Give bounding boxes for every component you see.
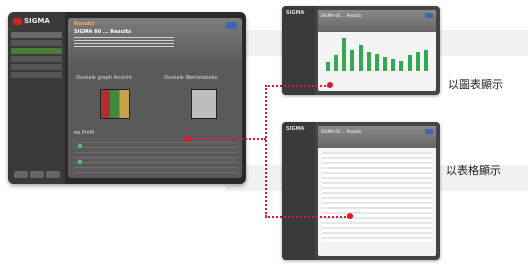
brand-text: SIGMA — [24, 17, 50, 25]
shot-logo: SIGMA — [286, 126, 305, 132]
profile-rows — [74, 142, 238, 176]
logo-mark-icon — [13, 17, 22, 25]
shot-main: SIGMA 60 ... Results — [318, 10, 436, 91]
table-view-icon[interactable] — [191, 89, 217, 119]
graph-view-icon[interactable] — [100, 89, 130, 119]
sidebar: SIGMA — [8, 12, 65, 184]
graph-bar — [350, 50, 355, 71]
graph-caption: 以圖表顯示 — [448, 78, 503, 91]
value-table — [322, 152, 432, 242]
graph-screenshot: SIGMA SIGMA 60 ... Results — [282, 6, 440, 95]
description-text — [74, 37, 174, 49]
shot-button[interactable] — [425, 129, 433, 134]
graph-bar — [391, 58, 396, 71]
graph-bar — [423, 50, 428, 71]
sidebar-item-6[interactable] — [11, 72, 62, 78]
graph-bars — [322, 36, 432, 71]
connector-dot — [347, 213, 353, 219]
graph-bar — [326, 62, 330, 71]
shot-title: SIGMA 60 ... Results — [321, 129, 362, 134]
sidebar-item-5[interactable] — [11, 64, 62, 70]
shot-main: SIGMA 60 ... Results — [318, 126, 436, 256]
graph-bar — [334, 55, 339, 71]
sidebar-item-3[interactable] — [11, 48, 62, 54]
shot-header: SIGMA 60 ... Results — [318, 126, 436, 148]
header-button[interactable] — [226, 22, 237, 29]
graph-bar — [374, 53, 379, 71]
graph-bar — [366, 51, 371, 71]
nav-button-1[interactable] — [14, 171, 28, 178]
graph-bar — [399, 60, 404, 71]
graph-bar — [407, 55, 412, 71]
graph-bar — [342, 37, 347, 71]
graph-option-label: Ouskaik graph Ansicht — [76, 75, 133, 81]
status-dot — [78, 144, 82, 148]
connector-line — [265, 216, 349, 218]
table-screenshot: SIGMA SIGMA 60 ... Results — [282, 122, 440, 260]
connector-line — [265, 85, 267, 217]
table-option-label: Ouskaik Wertetabelle — [164, 75, 218, 81]
shot-title: SIGMA 60 ... Results — [321, 13, 362, 18]
sidebar-item-4[interactable] — [11, 56, 62, 62]
main-panel: Results SIGMA 60 ... Results Ouskaik gra… — [68, 18, 242, 178]
connector-dot — [327, 82, 333, 88]
page-subtitle: SIGMA 60 ... Results — [74, 29, 132, 35]
sidebar-nav — [11, 32, 62, 80]
nav-button-3[interactable] — [46, 171, 60, 178]
header: Results SIGMA 60 ... Results — [68, 18, 242, 62]
table-caption: 以表格顯示 — [446, 164, 501, 177]
sidebar-item-2[interactable] — [11, 40, 62, 46]
status-dot — [78, 160, 82, 164]
app-window: SIGMA Results SIGMA 60 ... Results Ouska… — [8, 12, 246, 184]
shot-header: SIGMA 60 ... Results — [318, 10, 436, 32]
connector-line — [265, 85, 329, 87]
connector-line — [190, 138, 266, 140]
graph-bar — [383, 57, 388, 71]
nav-button-2[interactable] — [30, 171, 44, 178]
graph-chart — [322, 36, 432, 71]
page-title: Results — [74, 21, 95, 27]
shot-sidebar: SIGMA — [282, 122, 315, 260]
graph-bar — [415, 51, 420, 71]
shot-button[interactable] — [425, 13, 433, 18]
graph-bar — [358, 44, 363, 71]
shot-logo: SIGMA — [286, 10, 305, 16]
shot-sidebar: SIGMA — [282, 6, 315, 95]
brand-logo: SIGMA — [13, 17, 50, 25]
sidebar-item-1[interactable] — [11, 32, 62, 38]
section-title: ee Profil — [74, 130, 95, 136]
